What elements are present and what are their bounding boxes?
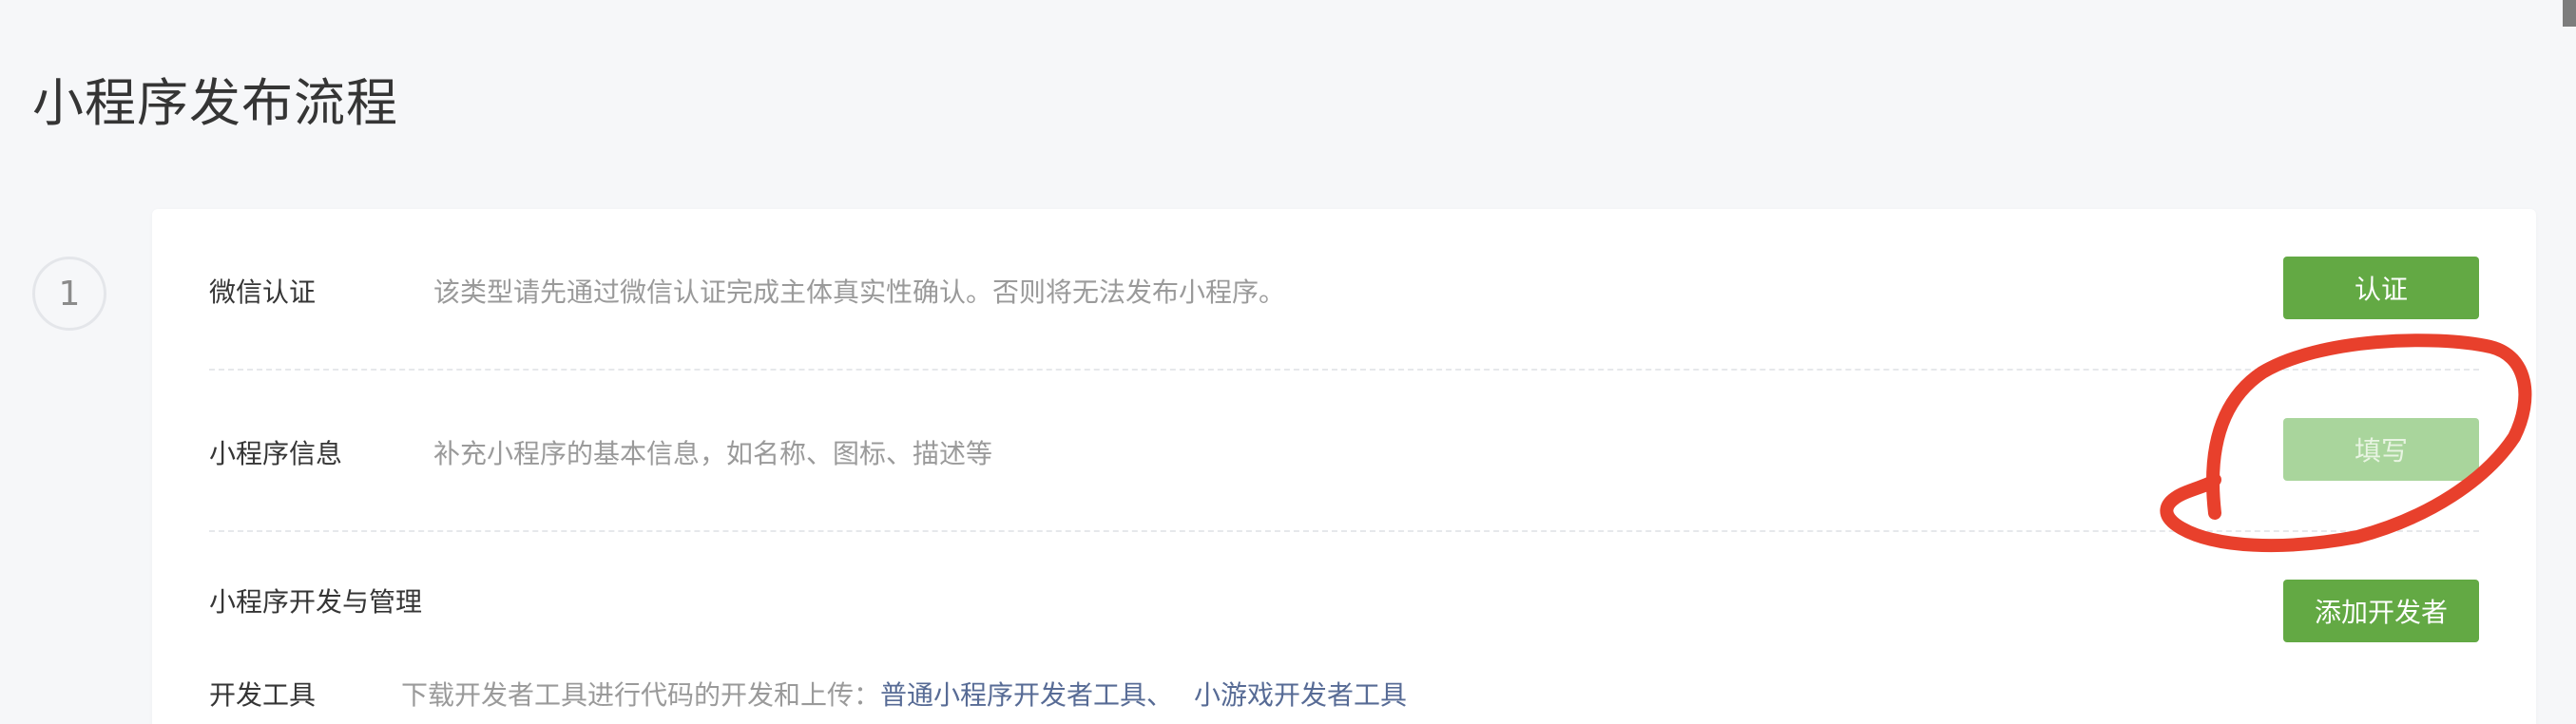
miniprogram-info-label: 小程序信息 [209,438,343,469]
page-title: 小程序发布流程 [32,73,398,133]
dev-tools-line: 开发工具 下载开发者工具进行代码的开发和上传：普通小程序开发者工具、 小游戏开发者工… [209,675,1407,713]
publish-steps-card: 微信认证 该类型请先通过微信认证完成主体真实性确认。否则将无法发布小程序。 认证… [152,209,2536,724]
scrollbar-thumb[interactable] [2563,0,2576,27]
page: 小程序发布流程 1 微信认证 该类型请先通过微信认证完成主体真实性确认。否则将无… [0,0,2576,724]
miniprogram-info-description: 补充小程序的基本信息，如名称、图标、描述等 [433,438,993,469]
step-number-badge: 1 [32,257,106,331]
wechat-verification-row: 微信认证 该类型请先通过微信认证完成主体真实性确认。否则将无法发布小程序。 认证 [209,209,2479,369]
fill-in-button[interactable]: 填写 [2283,418,2479,481]
verify-button[interactable]: 认证 [2283,257,2479,319]
dev-tools-description: 下载开发者工具进行代码的开发和上传： [401,679,881,711]
minigame-devtools-link[interactable]: 小游戏开发者工具 [1194,679,1407,711]
dev-management-row: 小程序开发与管理 添加开发者 [209,532,2479,692]
link-separator: 、 [1146,679,1174,711]
add-developer-button[interactable]: 添加开发者 [2283,580,2479,642]
miniprogram-info-row: 小程序信息 补充小程序的基本信息，如名称、图标、描述等 填写 [209,371,2479,530]
dev-management-label: 小程序开发与管理 [209,586,423,618]
wechat-verification-description: 该类型请先通过微信认证完成主体真实性确认。否则将无法发布小程序。 [433,276,1286,308]
miniprogram-devtools-link[interactable]: 普通小程序开发者工具 [880,679,1146,711]
dev-tools-label: 开发工具 [209,679,317,711]
wechat-verification-label: 微信认证 [209,276,317,308]
